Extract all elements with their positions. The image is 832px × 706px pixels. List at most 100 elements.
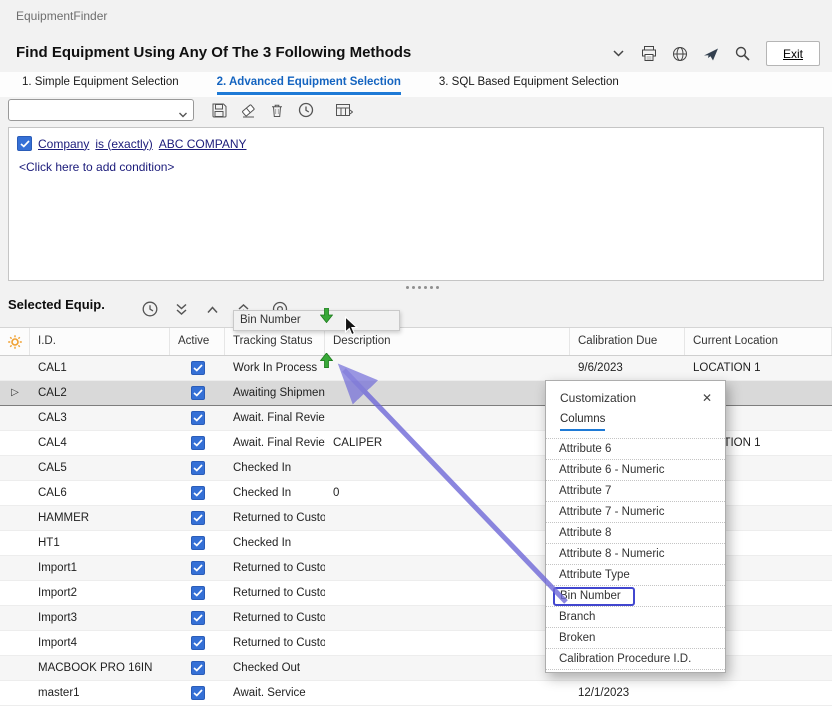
grid-header: I.D.ActiveTracking StatusDescriptionCali… [0, 328, 832, 356]
search-icon[interactable] [731, 43, 753, 65]
filter-toolbar [8, 99, 353, 121]
active-checkbox[interactable] [191, 436, 205, 450]
customization-item[interactable]: Attribute Type [546, 565, 725, 586]
active-checkbox[interactable] [191, 661, 205, 675]
customization-item[interactable]: Attribute 8 [546, 523, 725, 544]
tab-2[interactable]: 2. Advanced Equipment Selection [217, 76, 401, 95]
clear-icon[interactable] [238, 100, 258, 120]
cell-id: CAL2 [30, 381, 170, 405]
condition-field-link[interactable]: Company [38, 137, 89, 151]
cell-active [170, 556, 225, 580]
row-indicator [0, 606, 30, 630]
active-checkbox[interactable] [191, 586, 205, 600]
customization-item[interactable]: Attribute 6 - Numeric [546, 460, 725, 481]
active-checkbox[interactable] [191, 361, 205, 375]
customization-item[interactable]: Broken [546, 628, 725, 649]
active-checkbox[interactable] [191, 636, 205, 650]
condition-operator-link[interactable]: is (exactly) [95, 137, 152, 151]
cell-description [325, 531, 570, 555]
chevron-down-icon[interactable] [178, 106, 188, 124]
active-checkbox[interactable] [191, 511, 205, 525]
column-header-calibration-due[interactable]: Calibration Due [570, 328, 685, 355]
column-header-description[interactable]: Description [325, 328, 570, 355]
customization-item[interactable]: Attribute 7 - Numeric [546, 502, 725, 523]
cell-current-location [685, 681, 832, 705]
condition-checkbox[interactable] [17, 136, 32, 151]
send-icon[interactable] [700, 43, 722, 65]
cell-tracking-status: Returned to Customer [225, 556, 325, 580]
filter-combobox[interactable] [8, 99, 194, 121]
customization-item[interactable]: Attribute 8 - Numeric [546, 544, 725, 565]
cell-active [170, 656, 225, 680]
tab-1[interactable]: 1. Simple Equipment Selection [22, 76, 179, 95]
active-checkbox[interactable] [191, 611, 205, 625]
customization-item[interactable]: Calibration Procedure I.D. [546, 649, 725, 670]
grid-settings-icon[interactable] [0, 328, 30, 355]
history-icon[interactable] [296, 100, 316, 120]
active-checkbox[interactable] [191, 386, 205, 400]
cell-tracking-status: Returned to Customer [225, 606, 325, 630]
tab-3[interactable]: 3. SQL Based Equipment Selection [439, 76, 619, 95]
column-header-current-location[interactable]: Current Location [685, 328, 832, 355]
cell-id: CAL4 [30, 431, 170, 455]
customization-list: Attribute 6Attribute 6 - NumericAttribut… [546, 438, 725, 670]
cell-id: CAL3 [30, 406, 170, 430]
cell-description [325, 556, 570, 580]
condition-value-link[interactable]: ABC COMPANY [159, 137, 247, 151]
tab-bar: 1. Simple Equipment Selection 2. Advanced… [22, 76, 619, 95]
expand-icon[interactable] [202, 299, 222, 319]
table-row[interactable]: CAL1Work In Process9/6/2023LOCATION 1 [0, 356, 832, 381]
active-checkbox[interactable] [191, 486, 205, 500]
exit-button[interactable]: Exit [766, 41, 820, 66]
cell-id: HAMMER [30, 506, 170, 530]
cell-id: CAL5 [30, 456, 170, 480]
cell-description [325, 631, 570, 655]
active-checkbox[interactable] [191, 561, 205, 575]
customization-item[interactable]: Attribute 6 [546, 439, 725, 460]
save-icon[interactable] [209, 100, 229, 120]
column-header-tracking-status[interactable]: Tracking Status [225, 328, 325, 355]
globe-icon[interactable] [669, 43, 691, 65]
active-checkbox[interactable] [191, 411, 205, 425]
splitter-handle[interactable] [406, 286, 439, 289]
cell-description [325, 506, 570, 530]
row-indicator [0, 506, 30, 530]
cell-tracking-status: Work In Process [225, 356, 325, 380]
cell-description [325, 456, 570, 480]
delete-icon[interactable] [267, 100, 287, 120]
customization-popup: Customization ✕ Columns Attribute 6Attri… [545, 380, 726, 673]
drag-column-label: Bin Number [240, 314, 301, 326]
column-header-i-d-[interactable]: I.D. [30, 328, 170, 355]
add-condition-link[interactable]: <Click here to add condition> [19, 160, 815, 174]
column-header-active[interactable]: Active [170, 328, 225, 355]
cell-id: HT1 [30, 531, 170, 555]
customization-item[interactable]: Branch [546, 607, 725, 628]
cell-current-location: LOCATION 1 [685, 356, 832, 380]
condition-row[interactable]: Company is (exactly) ABC COMPANY [17, 136, 815, 151]
cell-description: CALIPER [325, 431, 570, 455]
close-icon[interactable]: ✕ [699, 391, 715, 405]
collapse-all-icon[interactable] [171, 299, 191, 319]
cell-active [170, 381, 225, 405]
tab-columns[interactable]: Columns [560, 413, 605, 431]
layout-icon[interactable] [333, 100, 353, 120]
customization-item[interactable]: Bin Number [546, 586, 725, 607]
row-indicator [0, 431, 30, 455]
chevron-down-icon[interactable] [607, 43, 629, 65]
row-indicator [0, 481, 30, 505]
active-checkbox[interactable] [191, 461, 205, 475]
insert-arrow-down-icon [320, 308, 333, 328]
cell-tracking-status: Returned to Customer [225, 506, 325, 530]
cell-active [170, 681, 225, 705]
active-checkbox[interactable] [191, 686, 205, 700]
cell-active [170, 406, 225, 430]
history-icon[interactable] [140, 299, 160, 319]
active-checkbox[interactable] [191, 536, 205, 550]
row-indicator [0, 556, 30, 580]
row-indicator [0, 356, 30, 380]
table-row[interactable]: master1Await. Service12/1/2023 [0, 681, 832, 706]
cell-id: Import1 [30, 556, 170, 580]
print-icon[interactable] [638, 43, 660, 65]
customization-item[interactable]: Attribute 7 [546, 481, 725, 502]
cell-id: Import3 [30, 606, 170, 630]
